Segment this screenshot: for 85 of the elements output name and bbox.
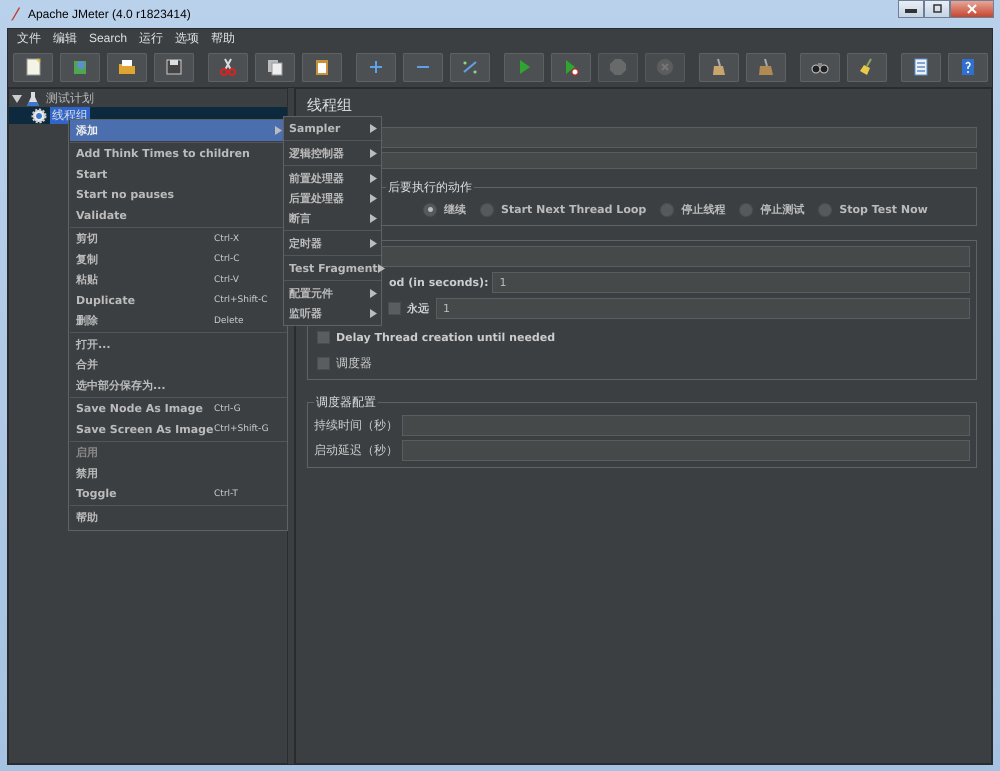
toolbar-button[interactable] — [800, 52, 840, 82]
menu-item[interactable]: 编辑 — [48, 30, 82, 46]
input-field[interactable] — [402, 440, 970, 461]
menu-item[interactable]: Duplicate Ctrl+Shift-C — [70, 290, 287, 310]
input-field[interactable]: 1 — [492, 272, 970, 293]
menu-item[interactable]: Save Node As Image Ctrl-G — [70, 398, 287, 419]
radio-option[interactable]: Stop Test Now — [818, 202, 928, 216]
menu-item[interactable]: Sampler — [284, 118, 381, 138]
shortcut-text: Ctrl+Shift-C — [214, 295, 269, 306]
menu-item[interactable]: 配置元件 — [284, 283, 381, 303]
menu-item[interactable]: 后置处理器 — [284, 188, 381, 208]
feather-icon — [8, 6, 22, 22]
menu-item[interactable]: 前置处理器 — [284, 168, 381, 188]
toolbar-button[interactable] — [208, 52, 248, 82]
field-label: 持续时间（秒） — [314, 417, 398, 434]
menu-item[interactable]: 粘贴 Ctrl-V — [70, 270, 287, 290]
shortcut-text: Ctrl-X — [214, 234, 240, 244]
toolbar-button[interactable] — [107, 52, 147, 82]
menu-item[interactable]: 定时器 — [284, 233, 381, 253]
menu-item[interactable]: Start no pauses — [70, 184, 287, 205]
expanded-icon — [12, 94, 22, 104]
menu-item[interactable]: 监听器 — [284, 303, 381, 323]
tree-item[interactable]: 测试计划 — [9, 90, 287, 107]
close-button[interactable] — [950, 0, 994, 18]
panel-title: 线程组 — [307, 97, 353, 114]
minimize-button[interactable] — [898, 0, 924, 18]
menu-item[interactable]: 选中部分保存为... — [70, 375, 287, 396]
radio-option[interactable]: 停止测试 — [739, 202, 804, 217]
toolbar-button[interactable] — [154, 52, 194, 82]
menu-item[interactable]: 复制 Ctrl-C — [70, 249, 287, 270]
menu-item[interactable]: Start — [70, 164, 287, 184]
shortcut-text: Ctrl-G — [214, 404, 242, 414]
menu-item[interactable]: 打开... — [70, 334, 287, 354]
toolbar-button[interactable] — [847, 52, 887, 82]
input-field[interactable] — [402, 415, 970, 436]
menu-item[interactable]: 断言 — [284, 208, 381, 228]
close-icon — [966, 4, 978, 14]
minus-icon — [417, 65, 429, 69]
menu-item[interactable]: 删除 Delete — [70, 310, 287, 331]
radio-option[interactable]: 继续 — [423, 202, 466, 217]
checkbox-label: Delay Thread creation until needed — [336, 330, 556, 344]
menu-item[interactable]: 剪切 Ctrl-X — [70, 228, 287, 249]
maximize-icon — [931, 4, 943, 14]
menu-item[interactable]: 文件 — [12, 30, 46, 46]
input-field[interactable]: 1 — [436, 298, 970, 319]
menu-item[interactable]: 帮助 — [206, 30, 240, 46]
checkbox-label: 调度器 — [336, 354, 372, 372]
shortcut-text: Ctrl-T — [214, 488, 239, 499]
toolbar-button[interactable] — [255, 52, 295, 82]
shortcut-text: Ctrl-V — [214, 274, 240, 285]
flask-icon — [25, 90, 41, 106]
menu-item[interactable]: 选项 — [170, 30, 204, 46]
toolbar-button[interactable] — [901, 52, 941, 82]
menu-item[interactable]: Save Screen As ImageCtrl+Shift-G — [70, 419, 287, 440]
radio-option[interactable]: 停止线程 — [660, 202, 726, 217]
scissors-icon — [217, 56, 239, 78]
stop-icon — [607, 56, 629, 78]
maximize-button[interactable] — [924, 0, 950, 18]
toolbar-button[interactable] — [302, 52, 342, 82]
checkbox[interactable] — [388, 302, 401, 315]
shortcut-text: Ctrl+Shift-G — [214, 424, 270, 434]
menu-item[interactable]: Search — [84, 31, 132, 45]
checkbox-label: 永远 — [407, 301, 429, 316]
radio-option[interactable]: Start Next Thread Loop — [480, 202, 646, 216]
stop-icon — [654, 56, 676, 78]
menu-item[interactable]: 运行 — [134, 30, 168, 46]
field-label: od (in seconds): — [389, 276, 488, 289]
menu-item[interactable]: 合并 — [70, 354, 287, 375]
shortcut-text: Delete — [214, 316, 245, 326]
field-label: 启动延迟（秒） — [314, 442, 398, 459]
menu-item[interactable]: Validate — [70, 205, 287, 226]
checkbox[interactable] — [317, 330, 330, 344]
menu-item[interactable]: 逻辑控制器 — [284, 143, 381, 163]
group-title: 后要执行的动作 — [387, 179, 473, 196]
window-title: Apache JMeter (4.0 r1823414) — [28, 7, 191, 21]
menu-item[interactable]: Test Fragment — [284, 258, 381, 278]
group-title: 调度器配置 — [315, 394, 377, 411]
menu-item[interactable]: Toggle Ctrl-T — [70, 484, 287, 504]
menu-item[interactable]: Add Think Times to children — [70, 144, 287, 164]
menu-item[interactable]: 禁用 — [70, 463, 287, 484]
checkbox[interactable] — [317, 356, 330, 370]
menu-item[interactable]: 帮助 — [70, 507, 287, 528]
shortcut-text: Ctrl-C — [214, 254, 241, 264]
toolbar-button[interactable] — [13, 52, 53, 82]
gear-icon — [31, 108, 47, 124]
